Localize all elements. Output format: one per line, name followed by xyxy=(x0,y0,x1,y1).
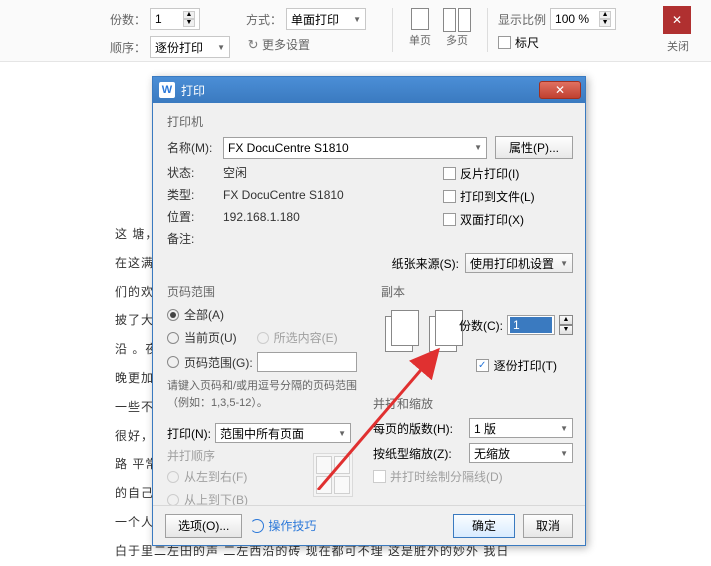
scale-to-select[interactable]: 无缩放▼ xyxy=(469,443,573,463)
chevron-down-icon: ▼ xyxy=(338,429,346,438)
pages-per-sheet-select[interactable]: 1 版▼ xyxy=(469,418,573,438)
single-page-icon xyxy=(411,8,429,30)
range-selection-radio: 所选内容(E) xyxy=(257,329,338,346)
checkbox-icon xyxy=(443,167,456,180)
properties-button[interactable]: 属性(P)... xyxy=(495,136,573,159)
print-preview-toolbar: 份数： 1 ▲▼ 顺序： 逐份打印▼ 方式： 单面打印▼ ↻ 更多设置 xyxy=(0,0,711,62)
pages-per-sheet-label: 每页的版数(H): xyxy=(373,420,469,437)
radio-icon xyxy=(167,356,179,368)
paper-source-label: 纸张来源(S): xyxy=(392,255,459,272)
chevron-down-icon: ▼ xyxy=(560,259,568,268)
order-tb-radio: 从上到下(B) xyxy=(167,491,573,505)
tips-icon xyxy=(250,519,264,533)
scale-to-label: 按纸型缩放(Z): xyxy=(373,445,469,462)
copies-label: 份数(C): xyxy=(459,317,503,334)
spin-up-icon[interactable]: ▲ xyxy=(183,11,195,19)
cancel-button[interactable]: 取消 xyxy=(523,514,573,538)
draw-borders-checkbox: 并打时绘制分隔线(D) xyxy=(373,468,573,485)
duplex-checkbox[interactable]: 双面打印(X) xyxy=(443,211,573,228)
multi-page-icon xyxy=(443,8,471,30)
comment-label: 备注: xyxy=(167,230,223,247)
type-label: 类型: xyxy=(167,186,223,203)
toolbar-order-label: 顺序： xyxy=(110,39,146,56)
where-label: 位置: xyxy=(167,208,223,225)
printer-section-title: 打印机 xyxy=(167,113,573,130)
tips-link[interactable]: 操作技巧 xyxy=(250,517,316,534)
spin-up-icon[interactable]: ▲ xyxy=(559,315,573,325)
radio-icon xyxy=(167,494,179,506)
separator xyxy=(487,8,488,52)
copies-input[interactable]: 1 xyxy=(507,315,555,335)
checkbox-icon xyxy=(443,190,456,203)
radio-icon xyxy=(167,332,179,344)
chevron-down-icon: ▼ xyxy=(217,43,225,52)
print-dialog: W 打印 ✕ 打印机 名称(M): FX DocuCentre S1810▼ 属… xyxy=(152,76,586,546)
multi-page-button[interactable]: 多页 xyxy=(437,8,477,48)
radio-icon xyxy=(167,471,179,483)
chevron-down-icon: ▼ xyxy=(560,449,568,458)
spin-down-icon[interactable]: ▼ xyxy=(183,19,195,27)
checkbox-icon xyxy=(476,359,489,372)
radio-icon xyxy=(167,309,179,321)
toolbar-mode-select[interactable]: 单面打印▼ xyxy=(286,8,366,30)
printer-select[interactable]: FX DocuCentre S1810▼ xyxy=(223,137,487,159)
separator xyxy=(392,8,393,52)
close-label: 关闭 xyxy=(667,38,689,54)
gear-icon: ↻ xyxy=(246,38,260,52)
close-icon: ✕ xyxy=(555,83,565,97)
spin-down-icon[interactable]: ▼ xyxy=(559,325,573,335)
more-settings-button[interactable]: ↻ 更多设置 xyxy=(246,36,310,53)
range-current-radio[interactable]: 当前页(U) xyxy=(167,329,237,346)
app-icon: W xyxy=(159,82,175,98)
range-all-radio[interactable]: 全部(A) xyxy=(167,306,371,323)
status-value: 空闲 xyxy=(223,164,247,181)
copies-section-title: 副本 xyxy=(381,283,573,300)
checkbox-icon xyxy=(443,213,456,226)
range-pages-input[interactable] xyxy=(257,352,357,372)
spin-down-icon[interactable]: ▼ xyxy=(599,19,611,27)
checkbox-icon xyxy=(373,470,386,483)
type-value: FX DocuCentre S1810 xyxy=(223,188,344,202)
options-button[interactable]: 选项(O)... xyxy=(165,514,242,538)
dialog-close-button[interactable]: ✕ xyxy=(539,81,581,99)
layout-preview-icon xyxy=(313,453,353,497)
status-label: 状态: xyxy=(167,164,223,181)
spin-up-icon[interactable]: ▲ xyxy=(599,11,611,19)
single-page-button[interactable]: 单页 xyxy=(403,8,437,48)
print-what-label: 打印(N): xyxy=(167,425,211,442)
close-icon: ✕ xyxy=(672,13,682,27)
checkbox-icon xyxy=(498,36,511,49)
paper-source-select[interactable]: 使用打印机设置▼ xyxy=(465,253,573,273)
range-pages-radio[interactable]: 页码范围(G): xyxy=(167,352,371,372)
print-what-select[interactable]: 范围中所有页面▼ xyxy=(215,423,351,443)
chevron-down-icon: ▼ xyxy=(560,424,568,433)
zoom-label: 显示比例 xyxy=(498,11,546,28)
collate-checkbox[interactable]: 逐份打印(T) xyxy=(476,357,557,374)
toolbar-mode-label: 方式： xyxy=(246,11,282,28)
toolbar-copies-label: 份数： xyxy=(110,11,146,28)
ruler-checkbox[interactable]: 标尺 xyxy=(498,34,539,51)
chevron-down-icon: ▼ xyxy=(474,143,482,152)
ok-button[interactable]: 确定 xyxy=(453,514,515,538)
where-value: 192.168.1.180 xyxy=(223,210,300,224)
toolbar-order-select[interactable]: 逐份打印▼ xyxy=(150,36,230,58)
range-hint: 请键入页码和/或用逗号分隔的页码范围（例如：1,3,5-12）。 xyxy=(167,378,371,411)
reverse-checkbox[interactable]: 反片打印(I) xyxy=(443,165,573,182)
name-label: 名称(M): xyxy=(167,139,223,156)
chevron-down-icon: ▼ xyxy=(353,15,361,24)
dialog-titlebar[interactable]: W 打印 ✕ xyxy=(153,77,585,103)
range-section-title: 页码范围 xyxy=(167,283,371,300)
print-to-file-checkbox[interactable]: 打印到文件(L) xyxy=(443,188,573,205)
close-preview-button[interactable]: ✕ xyxy=(663,6,691,34)
zoom-input[interactable]: 100 % ▲▼ xyxy=(550,8,616,30)
dialog-title: 打印 xyxy=(181,82,539,99)
radio-icon xyxy=(257,332,269,344)
merge-section-title: 并打和缩放 xyxy=(373,395,573,412)
toolbar-copies-input[interactable]: 1 ▲▼ xyxy=(150,8,200,30)
